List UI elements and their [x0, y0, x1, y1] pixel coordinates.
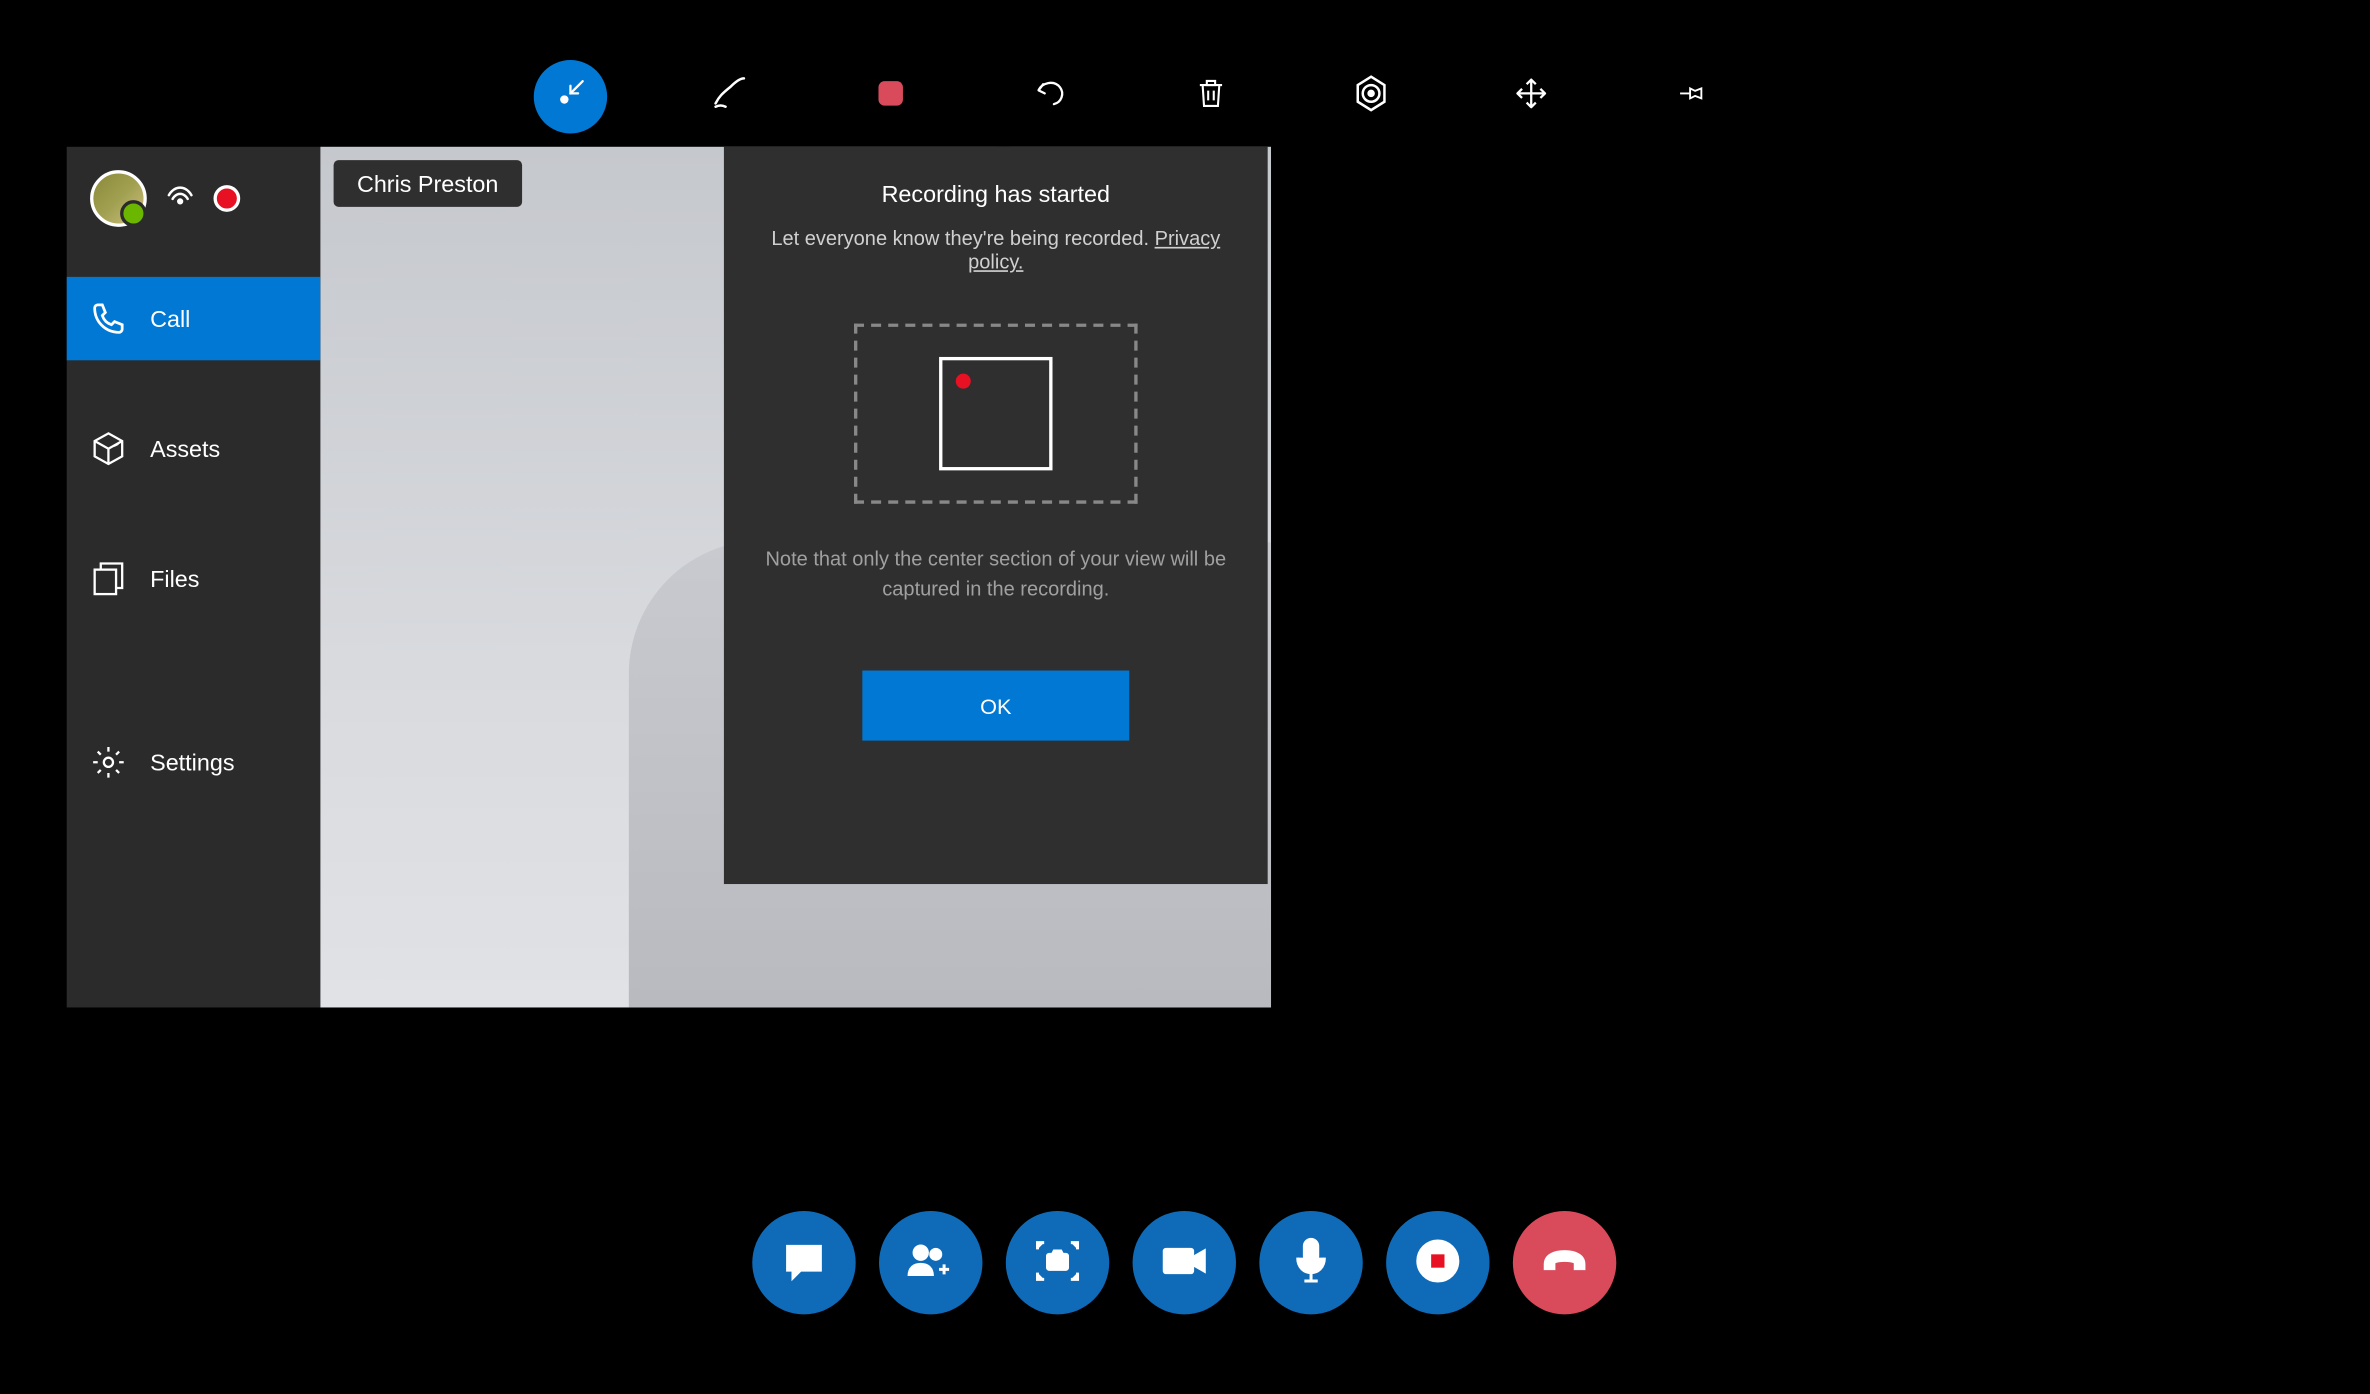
- sidebar-item-label: Call: [150, 305, 190, 332]
- mic-icon: [1293, 1235, 1330, 1290]
- move-icon: [1513, 74, 1550, 119]
- trash-icon: [1194, 74, 1227, 119]
- mic-button[interactable]: [1259, 1211, 1362, 1314]
- dialog-title: Recording has started: [761, 180, 1231, 207]
- sidebar-item-label: Settings: [150, 749, 234, 776]
- stop-square-icon: [872, 74, 909, 119]
- sidebar-header: [67, 147, 321, 277]
- dialog-subtitle: Let everyone know they're being recorded…: [761, 227, 1231, 274]
- call-controls: [752, 1211, 1616, 1314]
- avatar[interactable]: [90, 170, 147, 227]
- record-button[interactable]: [1386, 1211, 1489, 1314]
- sidebar-nav: Call Assets: [67, 277, 321, 804]
- phone-icon: [90, 300, 127, 337]
- pin-tool[interactable]: [1655, 60, 1728, 133]
- ink-icon: [711, 73, 751, 121]
- video-button[interactable]: [1133, 1211, 1236, 1314]
- video-icon: [1159, 1242, 1209, 1284]
- files-icon: [90, 560, 127, 597]
- sidebar: Call Assets: [67, 147, 321, 1008]
- gear-icon: [90, 744, 127, 781]
- participant-name-tag: Chris Preston: [334, 160, 522, 207]
- recording-area-graphic: [854, 324, 1138, 504]
- hangup-icon: [1538, 1243, 1591, 1281]
- top-toolbar: [534, 60, 1728, 133]
- camera-frame-icon: [1032, 1237, 1082, 1289]
- chat-icon: [782, 1238, 825, 1286]
- stop-tool[interactable]: [854, 60, 927, 133]
- ink-tool[interactable]: [694, 60, 767, 133]
- end-call-button[interactable]: [1513, 1211, 1616, 1314]
- arrow-in-icon: [552, 74, 589, 119]
- undo-icon: [1032, 74, 1069, 119]
- capture-button[interactable]: [1006, 1211, 1109, 1314]
- sidebar-item-files[interactable]: Files: [67, 537, 321, 620]
- sidebar-item-settings[interactable]: Settings: [67, 721, 321, 804]
- recording-dialog: Recording has started Let everyone know …: [724, 147, 1268, 884]
- dialog-note: Note that only the center section of you…: [761, 544, 1231, 604]
- sidebar-item-label: Assets: [150, 435, 220, 462]
- delete-tool[interactable]: [1174, 60, 1247, 133]
- undo-tool[interactable]: [1014, 60, 1087, 133]
- move-tool[interactable]: [1495, 60, 1568, 133]
- recording-indicator-icon: [214, 185, 241, 212]
- box-icon: [90, 430, 127, 467]
- sidebar-item-label: Files: [150, 565, 199, 592]
- wifi-icon: [163, 179, 196, 217]
- arrow-tool[interactable]: [534, 60, 607, 133]
- pin-icon: [1671, 78, 1711, 116]
- hex-target-icon: [1351, 73, 1391, 121]
- record-stop-icon: [1411, 1233, 1464, 1291]
- sidebar-item-assets[interactable]: Assets: [67, 407, 321, 490]
- chat-button[interactable]: [752, 1211, 855, 1314]
- people-add-icon: [906, 1238, 956, 1286]
- ok-button[interactable]: OK: [862, 671, 1129, 741]
- add-participant-button[interactable]: [879, 1211, 982, 1314]
- target-tool[interactable]: [1334, 60, 1407, 133]
- sidebar-item-call[interactable]: Call: [67, 277, 321, 360]
